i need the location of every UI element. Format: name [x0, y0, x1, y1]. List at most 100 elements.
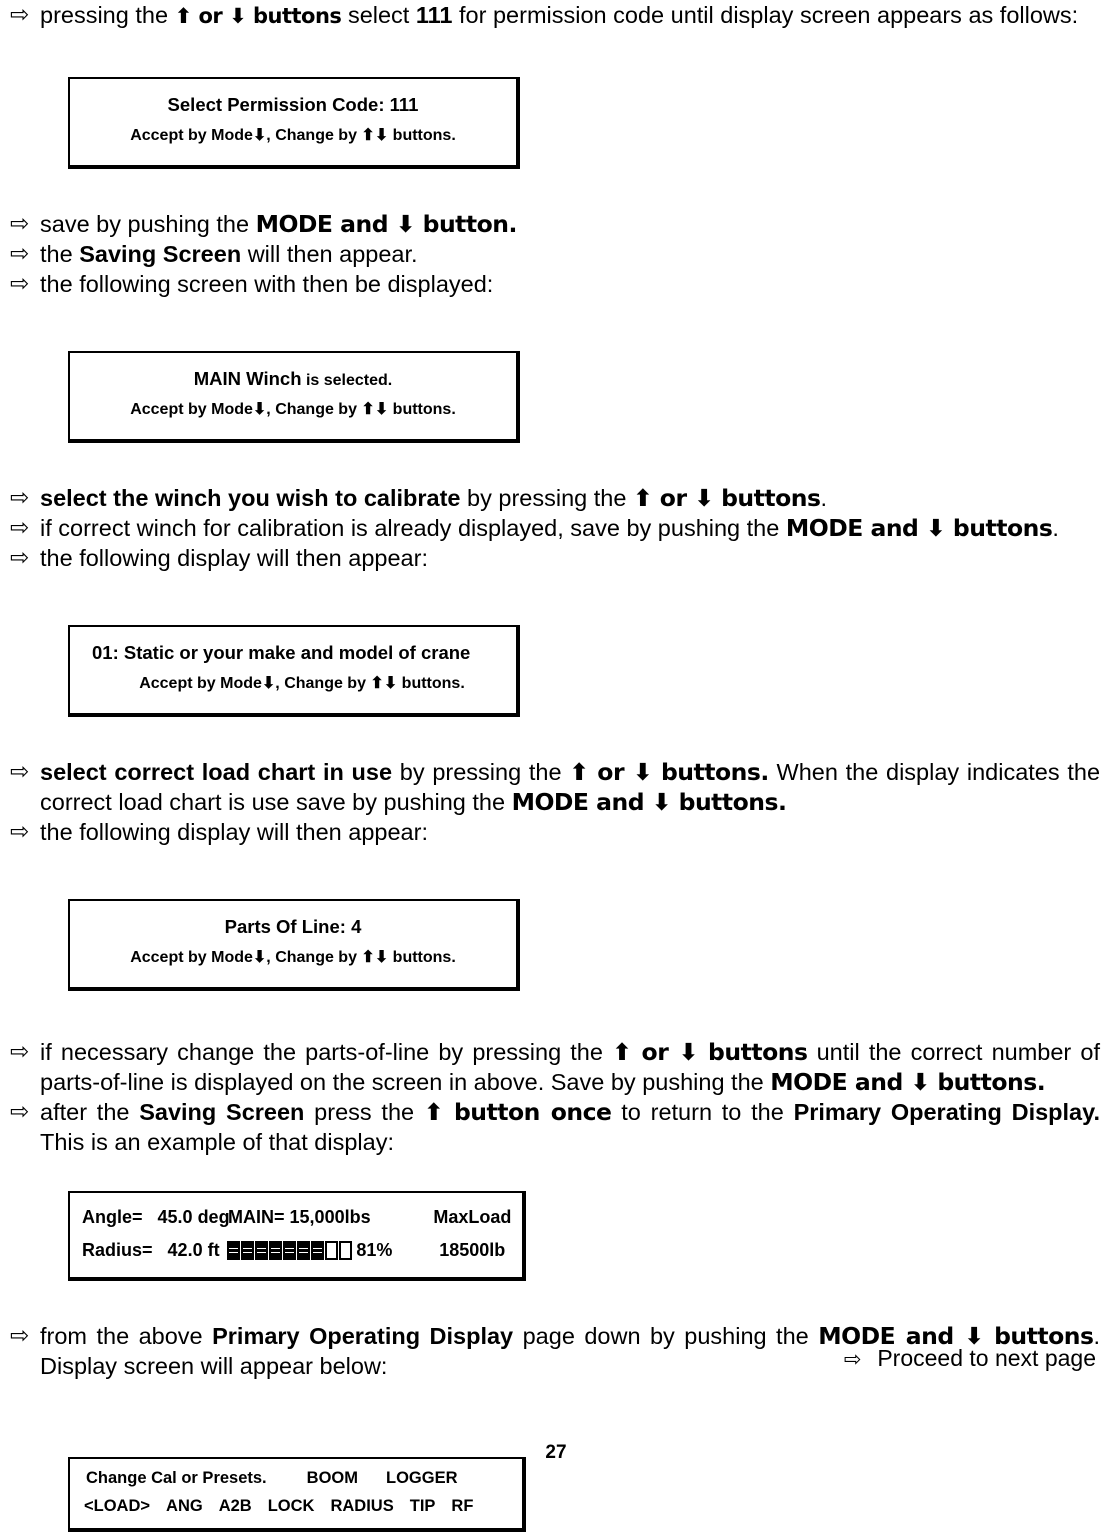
menu-item-lock[interactable]: LOCK: [268, 1497, 315, 1515]
step-1-text: pressing the ⬆ or ⬇ buttons select 111 f…: [40, 0, 1100, 31]
pod-maxload-label: MaxLoad: [433, 1207, 512, 1227]
step-5-text-a: by pressing the: [460, 485, 633, 511]
bargraph-segment: [227, 1241, 241, 1260]
pod-maxload-value: 18500lb: [439, 1240, 506, 1260]
step-3-bold: Saving Screen: [79, 241, 242, 267]
menu-item-rf[interactable]: RF: [451, 1497, 473, 1515]
bullet-arrow-icon: ⇨: [10, 545, 30, 571]
step-8-bold-a: select correct load chart in use: [40, 759, 393, 785]
pod-row-top: Angle= 45.0 deg MAIN= 15,000lbs MaxLoad: [70, 1201, 522, 1234]
step-following-display-2: ⇨ the following display will then appear…: [10, 817, 1100, 847]
step-7-text: the following display will then appear:: [40, 545, 428, 571]
bullet-arrow-icon: ⇨: [10, 2, 30, 28]
menu-item-a2b[interactable]: A2B: [219, 1497, 252, 1515]
permission-line-2: Accept by Mode⬇, Change by ⬆⬇ buttons.: [130, 127, 456, 144]
step-8-bold-b: ⬆ or ⬇ buttons.: [569, 758, 769, 786]
step-6-text-b: .: [1052, 515, 1059, 541]
permission-line-1: Select Permission Code: 111: [167, 94, 419, 115]
step-following-display-1: ⇨ the following display will then appear…: [10, 543, 1100, 573]
load-bargraph: [227, 1241, 353, 1260]
menu-item-ang[interactable]: ANG: [166, 1497, 203, 1515]
proceed-next-page: ⇨ Proceed to next page: [844, 1345, 1096, 1372]
step-10-text: if necessary change the parts-of-line by…: [40, 1037, 1100, 1097]
step-12-text-b: page down by pushing the: [513, 1323, 819, 1349]
loadchart-line-2: Accept by Mode⬇, Change by ⬆⬇ buttons.: [139, 675, 465, 692]
winch-name: MAIN Winch: [193, 368, 302, 389]
pod-radius-label: Radius=: [82, 1240, 153, 1260]
step-6-bold: MODE and ⬇ buttons: [785, 514, 1053, 542]
screen-load-chart: 01: Static or your make and model of cra…: [68, 625, 520, 717]
winch-line-1: MAIN Winch is selected.: [70, 353, 516, 390]
step-3-text-b: will then appear.: [241, 241, 418, 267]
pod-winch-label: MAIN=: [228, 1207, 285, 1227]
step-select-winch: ⇨ select the winch you wish to calibrate…: [10, 483, 1100, 513]
winch-suffix: is selected.: [301, 372, 393, 389]
bullet-arrow-icon: ⇨: [10, 1323, 30, 1349]
step-11-bold-c: Primary Operating Display.: [793, 1099, 1100, 1125]
step-11-text-d: This is an example of that display:: [40, 1129, 394, 1155]
step-10-bold-b: MODE and ⬇ buttons.: [770, 1068, 1046, 1096]
step-11-text-b: press the: [304, 1099, 424, 1125]
step-save-mode-down: ⇨ save by pushing the MODE and ⬇ button.: [10, 209, 1100, 239]
proceed-next-page-label: Proceed to next page: [877, 1345, 1096, 1371]
bullet-arrow-icon: ⇨: [10, 1099, 30, 1125]
bullet-arrow-icon: ⇨: [10, 211, 30, 237]
bullet-arrow-icon: ⇨: [10, 271, 30, 297]
menu-item-radius[interactable]: RADIUS: [330, 1497, 393, 1515]
step-3-text: the Saving Screen will then appear.: [40, 239, 1100, 269]
menu-item-load[interactable]: <LOAD>: [84, 1497, 150, 1515]
menu-item-tip[interactable]: TIP: [410, 1497, 436, 1515]
screen-main-winch-selected: MAIN Winch is selected. Accept by Mode⬇,…: [68, 351, 520, 443]
menu-boom: BOOM: [306, 1469, 358, 1487]
step-12-text-a: from the above: [40, 1323, 213, 1349]
partsofline-line-2: Accept by Mode⬇, Change by ⬆⬇ buttons.: [130, 949, 456, 966]
step-saving-screen: ⇨ the Saving Screen will then appear.: [10, 239, 1100, 269]
page-number: 27: [545, 1442, 567, 1463]
step-11-text: after the Saving Screen press the ⬆ butt…: [40, 1097, 1100, 1157]
step-return-primary-display: ⇨ after the Saving Screen press the ⬆ bu…: [10, 1097, 1100, 1157]
pod-row-bottom: Radius= 42.0 ft 81% 18500lb: [70, 1234, 522, 1267]
bargraph-segment: [255, 1241, 269, 1260]
menu-line-1: Change Cal or Presets. BOOM LOGGER: [70, 1469, 522, 1488]
bullet-arrow-icon: ⇨: [10, 759, 30, 785]
bargraph-segment: [339, 1241, 353, 1260]
pod-bargraph-area: 81%: [227, 1240, 422, 1261]
bargraph-segment: [241, 1241, 255, 1260]
step-1-text-c: for permission code until display screen…: [452, 2, 1079, 28]
pod-radius-value: 42.0 ft: [167, 1240, 220, 1260]
pod-winch-value: 15,000lbs: [289, 1207, 371, 1227]
step-12-bold-a: Primary Operating Display: [212, 1323, 514, 1349]
bullet-arrow-icon: ⇨: [10, 1039, 30, 1065]
loadchart-line-1: 01: Static or your make and model of cra…: [92, 642, 471, 663]
document-page: ⇨ pressing the ⬆ or ⬇ buttons select 111…: [0, 0, 1112, 1532]
step-change-parts-of-line: ⇨ if necessary change the parts-of-line …: [10, 1037, 1100, 1097]
step-1-text-b: select: [341, 2, 416, 28]
pod-angle-label: Angle=: [82, 1207, 143, 1227]
bargraph-segment: [269, 1241, 283, 1260]
bargraph-segment: [297, 1241, 311, 1260]
pod-radius: Radius= 42.0 ft: [70, 1240, 227, 1261]
screen-change-cal-presets: Change Cal or Presets. BOOM LOGGER <LOAD> A…: [68, 1457, 526, 1532]
menu-logger: LOGGER: [386, 1469, 458, 1487]
pod-angle: Angle= 45.0 deg: [70, 1207, 230, 1228]
bargraph-segment: [325, 1241, 339, 1260]
bargraph-segment: [283, 1241, 297, 1260]
step-5-bold-a: select the winch you wish to calibrate: [40, 485, 461, 511]
step-10-bold-a: ⬆ or ⬇ buttons: [612, 1038, 808, 1066]
step-8-text: select correct load chart in use by pres…: [40, 757, 1100, 817]
bargraph-segment: [311, 1241, 325, 1260]
step-11-text-c: to return to the: [611, 1099, 794, 1125]
pod-winch-load: MAIN= 15,000lbs: [228, 1207, 423, 1228]
winch-line-2: Accept by Mode⬇, Change by ⬆⬇ buttons.: [130, 401, 456, 418]
step-9-text: the following display will then appear:: [40, 819, 428, 845]
step-1-text-a: pressing the: [40, 2, 175, 28]
step-6-text-a: if correct winch for calibration is alre…: [40, 515, 786, 541]
screen-primary-operating-display: Angle= 45.0 deg MAIN= 15,000lbs MaxLoad …: [68, 1191, 526, 1281]
step-8-bold-c: MODE and ⬇ buttons.: [511, 788, 787, 816]
bullet-arrow-icon: ⇨: [10, 241, 30, 267]
menu-title: Change Cal or Presets.: [86, 1469, 267, 1487]
pod-percent: 81%: [356, 1240, 393, 1260]
step-following-screen: ⇨ the following screen with then be disp…: [10, 269, 1100, 299]
pod-angle-value: 45.0 deg: [157, 1207, 230, 1227]
step-correct-winch-displayed: ⇨ if correct winch for calibration is al…: [10, 513, 1100, 543]
